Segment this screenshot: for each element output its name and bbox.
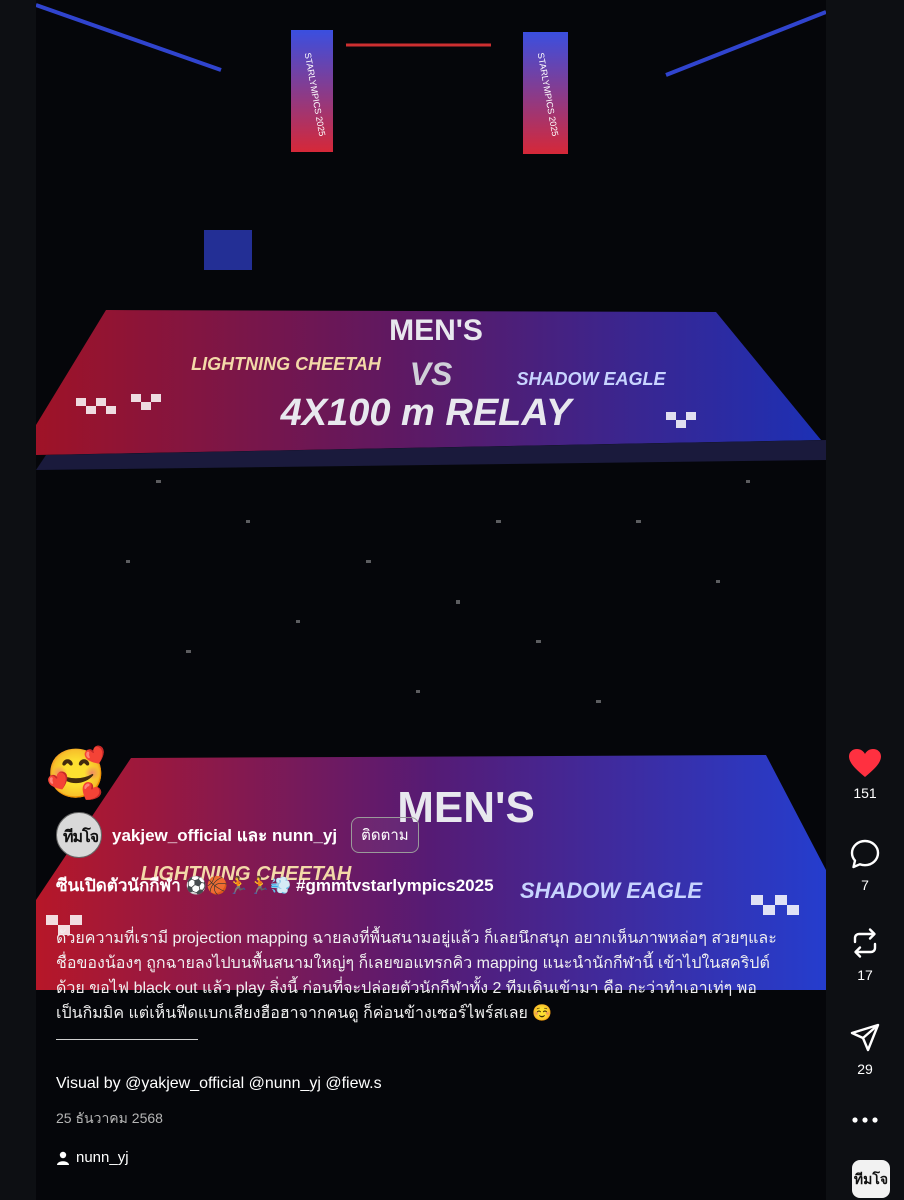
tagged-username: nunn_yj xyxy=(76,1149,129,1166)
post-title: ซีนเปิดตัวนักกีฬา ⚽🏀🏃🏃💨 #gmmtvstarlympic… xyxy=(56,876,494,895)
app-badge[interactable]: ทีมโจ xyxy=(852,1160,890,1198)
smiling-hearts-sticker: 🥰 xyxy=(46,746,106,802)
court-bottom-team-right: SHADOW EAGLE xyxy=(520,878,703,903)
tagged-user[interactable]: nunn_yj xyxy=(56,1149,129,1166)
court-top-team-right: SHADOW EAGLE xyxy=(516,369,666,389)
comment-icon[interactable] xyxy=(849,838,881,870)
court-top-line1: MEN'S xyxy=(389,314,483,347)
comment-action[interactable]: 7 xyxy=(826,838,904,893)
share-count: 29 xyxy=(857,1061,873,1077)
left-gutter xyxy=(0,0,36,1200)
repost-icon[interactable] xyxy=(849,926,881,960)
divider xyxy=(56,1039,198,1040)
right-gutter xyxy=(826,0,904,1200)
like-action[interactable]: 151 xyxy=(826,748,904,801)
avatar-text: ทีมโจ xyxy=(63,829,99,846)
person-icon xyxy=(57,1151,69,1165)
court-top-team-left: LIGHTNING CHEETAH xyxy=(191,354,382,374)
share-action[interactable]: 29 xyxy=(826,1022,904,1077)
court-top-line2: 4X100 m RELAY xyxy=(280,392,575,434)
court-top-vs: VS xyxy=(410,356,453,392)
more-action[interactable] xyxy=(826,1112,904,1130)
repost-action[interactable]: 17 xyxy=(826,926,904,983)
post-body: ด้วยความที่เรามี projection mapping ฉายล… xyxy=(56,930,777,1022)
author-row: ทีมโจ yakjew_official และ nunn_yj ติดตาม xyxy=(56,812,419,858)
comment-count: 7 xyxy=(861,877,869,893)
avatar[interactable]: ทีมโจ xyxy=(56,812,102,858)
follow-button[interactable]: ติดตาม xyxy=(351,817,419,853)
visual-credits: Visual by @yakjew_official @nunn_yj @fie… xyxy=(56,1075,382,1092)
like-count: 151 xyxy=(853,785,877,801)
more-options-icon[interactable] xyxy=(850,1115,880,1125)
send-icon[interactable] xyxy=(849,1022,881,1054)
post-date: 25 ธันวาคม 2568 xyxy=(56,1110,163,1126)
repost-count: 17 xyxy=(857,967,873,983)
author-names[interactable]: yakjew_official และ nunn_yj xyxy=(112,822,337,849)
heart-icon[interactable] xyxy=(848,748,882,778)
